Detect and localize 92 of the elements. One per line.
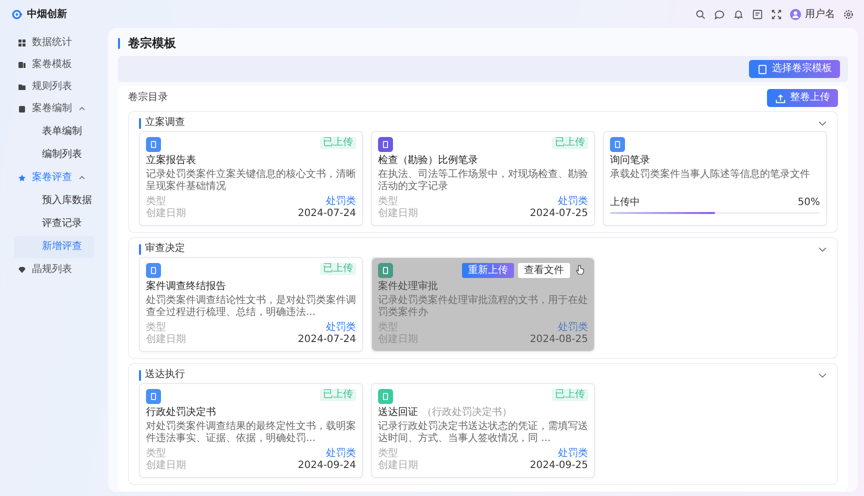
progress-value: 50%: [798, 196, 820, 208]
card-title: 案件处理审批: [378, 281, 438, 292]
document-icon: [757, 64, 768, 74]
card-description: 处罚类案件调查结论性文书，是对处罚类案件调查全过程进行梳理、总结，明确违法...: [146, 295, 356, 318]
sidebar-item[interactable]: 案卷模板: [4, 54, 94, 76]
section-title: 送达执行: [145, 368, 185, 382]
sidebar-item[interactable]: 数据统计: [4, 32, 94, 54]
card-description: 记录处罚类案件处理审批流程的文书，用于在处罚类案件办: [378, 295, 588, 318]
reupload-button[interactable]: 重新上传: [462, 263, 514, 278]
date-label: 创建日期: [378, 208, 418, 220]
diamond-icon: [18, 266, 26, 274]
folder-icon: [18, 83, 26, 91]
card-description: 承载处罚类案件当事人陈述等信息的笔录文件: [610, 169, 811, 180]
status-badge: 已上传: [552, 137, 588, 149]
sidebar-subitem[interactable]: 编制列表: [14, 144, 94, 166]
date-label: 创建日期: [378, 460, 418, 472]
section-title: 审查决定: [145, 242, 185, 256]
card-description: 记录处罚类案件立案关键信息的核心文书，清晰呈现案件基础情况: [146, 169, 356, 192]
sidebar-subitem[interactable]: 预入库数据: [14, 190, 94, 212]
page-title: 卷宗模板: [128, 35, 176, 52]
card-description: 在执法、司法等工作场景中，对现场检查、勘验活动的文字记录: [378, 169, 588, 192]
settings-icon[interactable]: [843, 8, 854, 20]
card-title: 案件调查终结报告: [146, 281, 226, 292]
sidebar-subitem[interactable]: 评查记录: [14, 213, 94, 235]
type-label: 类型: [146, 196, 166, 208]
date-value: 2024-07-25: [530, 208, 588, 220]
type-value: 处罚类: [558, 196, 588, 208]
card-title: 立案报告表: [146, 155, 196, 166]
logo-icon: [12, 8, 23, 20]
star-icon: [18, 174, 26, 182]
card-title: 询问笔录: [610, 155, 650, 166]
status-badge: 已上传: [320, 137, 356, 149]
fullscreen-icon[interactable]: [771, 8, 782, 20]
chevron-icon[interactable]: [78, 105, 86, 113]
date-value: 2024-09-24: [298, 460, 356, 472]
logo-text: 中烟创新: [27, 7, 67, 22]
date-value: 2024-09-25: [530, 460, 588, 472]
status-badge: 已上传: [552, 389, 588, 401]
sidebar-subitem[interactable]: 表单编制: [14, 121, 94, 143]
card-description: 记录行政处罚决定书送达状态的凭证，需填写送达时间、方式、当事人签收情况，同 ...: [378, 421, 588, 444]
document-card[interactable]: 已上传 送达回证 （行政处罚决定书） 记录行政处罚决定书送达状态的凭证，需填写送达时间、方式、当事人签收情况，同 ... 类型 处罚类 创建日期 2024-09-25: [371, 383, 595, 478]
view-file-button[interactable]: 查看文件: [518, 263, 570, 278]
card-title: 送达回证: [378, 407, 418, 418]
chevron-icon[interactable]: [818, 118, 827, 128]
pointer-cursor-icon: [575, 264, 586, 276]
document-card[interactable]: 已上传 案件调查终结报告 处罚类案件调查结论性文书，是对处罚类案件调查全过程进行梳理、总结，明确违法... 类型 处罚类 创建日期 2024-07-24: [139, 257, 363, 352]
type-value: 处罚类: [326, 448, 356, 460]
sidebar-item[interactable]: 规则列表: [4, 76, 94, 98]
date-value: 2024-07-24: [298, 334, 356, 346]
document-card[interactable]: 已上传 行政处罚决定书 对处罚类案件调查结果的最终定性文书，载明案件违法事实、证据、依据，明确处罚... 类型 处罚类 创建日期 2024-09-24: [139, 383, 363, 478]
chat-bubble-icon[interactable]: [714, 8, 725, 20]
type-label: 类型: [146, 448, 166, 460]
progress-label: 上传中: [610, 196, 640, 208]
date-label: 创建日期: [146, 460, 186, 472]
card-description: 对处罚类案件调查结果的最终定性文书，载明案件违法事实、证据、依据，明确处罚...: [146, 421, 356, 444]
upload-button[interactable]: 整卷上传: [767, 89, 838, 107]
book-icon: [18, 61, 26, 69]
status-badge: 已上传: [320, 389, 356, 401]
chevron-icon[interactable]: [818, 370, 827, 380]
sidebar-item[interactable]: 晶规列表: [4, 259, 94, 281]
document-card[interactable]: 询问笔录 承载处罚类案件当事人陈述等信息的笔录文件 上传中 50%: [603, 131, 827, 226]
date-value: 2024-08-25: [530, 334, 588, 346]
bell-icon[interactable]: [733, 8, 744, 20]
date-label: 创建日期: [146, 208, 186, 220]
type-value: 处罚类: [558, 448, 588, 460]
type-value: 处罚类: [558, 322, 588, 334]
date-value: 2024-07-24: [298, 208, 356, 220]
screen-icon[interactable]: [752, 8, 763, 20]
user-name[interactable]: 用户名: [805, 6, 835, 22]
upload-icon: [775, 92, 786, 104]
sidebar-item[interactable]: 案卷编制: [4, 98, 94, 120]
chevron-icon[interactable]: [818, 244, 827, 254]
document-card[interactable]: 已上传 立案报告表 记录处罚类案件立案关键信息的核心文书，清晰呈现案件基础情况 类型 处罚类 创建日期 2024-07-24: [139, 131, 363, 226]
type-value: 处罚类: [326, 196, 356, 208]
section-title: 立案调查: [145, 116, 185, 130]
card-title: 行政处罚决定书: [146, 407, 216, 418]
directory-title: 卷宗目录: [128, 90, 168, 105]
type-value: 处罚类: [326, 322, 356, 334]
date-label: 创建日期: [146, 334, 186, 346]
status-badge: 已上传: [320, 263, 356, 275]
clipboard-icon: [18, 105, 26, 113]
type-label: 类型: [146, 322, 166, 334]
search-icon[interactable]: [695, 8, 706, 20]
avatar-icon[interactable]: [790, 8, 801, 20]
document-card[interactable]: 已上传 检查（勘验）比例笔录 在执法、司法等工作场景中，对现场检查、勘验活动的文字记录 类型 处罚类 创建日期 2024-07-25: [371, 131, 595, 226]
card-title: 检查（勘验）比例笔录: [378, 155, 478, 166]
card-subtitle: （行政处罚决定书）: [422, 407, 512, 418]
type-label: 类型: [378, 196, 398, 208]
choose-template-button[interactable]: 选择卷宗模板: [749, 60, 840, 78]
chevron-icon[interactable]: [78, 174, 86, 182]
grid-icon: [18, 39, 26, 47]
type-label: 类型: [378, 448, 398, 460]
